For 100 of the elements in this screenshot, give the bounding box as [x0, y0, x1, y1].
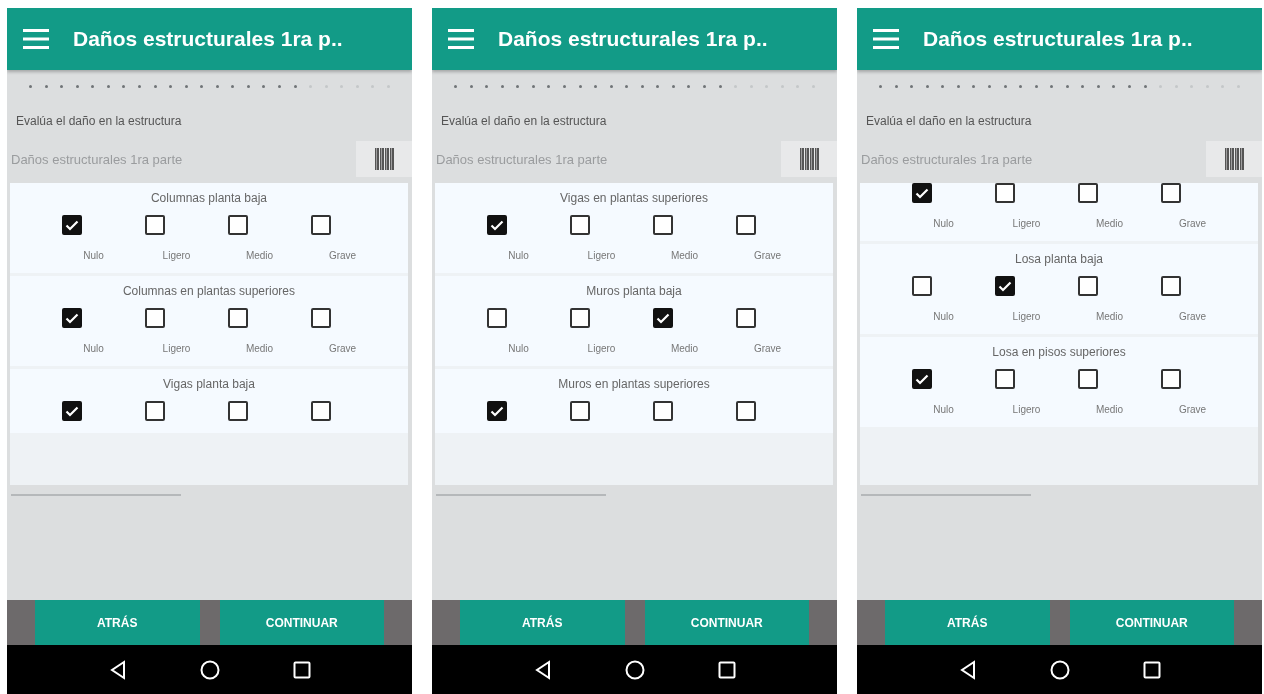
option-label: Ligero [1012, 311, 1041, 322]
check-icon [489, 405, 504, 417]
option-label: Nulo [933, 218, 954, 229]
nav-button[interactable]: ATRÁS [885, 600, 1050, 645]
option-label: Ligero [587, 343, 616, 354]
square-icon[interactable] [292, 660, 311, 679]
checkbox[interactable] [1160, 369, 1181, 389]
check-icon [489, 219, 504, 231]
checkbox[interactable] [61, 308, 82, 328]
option-label: Ligero [162, 343, 191, 354]
back-icon[interactable] [958, 659, 977, 680]
check-icon [64, 405, 79, 417]
option-label: Medio [245, 343, 274, 354]
home-icon[interactable] [1049, 659, 1070, 680]
checkbox[interactable] [1077, 276, 1098, 296]
checkbox[interactable] [486, 215, 507, 235]
home-icon[interactable] [199, 659, 220, 680]
checkbox[interactable] [569, 308, 590, 328]
text-field[interactable]: Daños estructurales 1ra parte [7, 151, 356, 167]
option-label: Nulo [933, 311, 954, 322]
option-label: Grave [1178, 311, 1207, 322]
option-label: Nulo [83, 343, 104, 354]
check-icon [655, 312, 670, 324]
checkbox[interactable] [144, 308, 165, 328]
prompt-text: Evalúa el daño en la estructura [16, 114, 183, 128]
question-title: Muros planta baja [585, 284, 683, 298]
square-icon[interactable] [1142, 660, 1161, 679]
option-label: Grave [753, 250, 782, 261]
option-label: Grave [328, 343, 357, 354]
checkbox[interactable] [911, 276, 932, 296]
checkbox[interactable] [994, 183, 1015, 203]
checkbox[interactable] [1160, 276, 1181, 296]
checkbox[interactable] [227, 215, 248, 235]
question-title: Vigas planta baja [162, 377, 256, 391]
checkbox[interactable] [911, 183, 932, 203]
text-field[interactable]: Daños estructurales 1ra parte [857, 151, 1206, 167]
checkbox[interactable] [1077, 369, 1098, 389]
nav-button[interactable]: CONTINUAR [644, 600, 809, 645]
barcode-icon [1224, 148, 1244, 170]
question-title: Losa planta baja [1013, 252, 1105, 266]
back-icon[interactable] [533, 659, 552, 680]
prompt-text: Evalúa el daño en la estructura [866, 114, 1033, 128]
option-label: Ligero [1012, 218, 1041, 229]
checkbox[interactable] [227, 401, 248, 421]
scan-button[interactable] [1206, 141, 1262, 177]
question-title: Columnas en plantas superiores [121, 284, 297, 298]
home-icon[interactable] [624, 659, 645, 680]
option-label: Ligero [1012, 404, 1041, 415]
checkbox[interactable] [486, 401, 507, 421]
menu-icon[interactable] [448, 29, 474, 49]
checkbox[interactable] [1160, 183, 1181, 203]
checkbox[interactable] [652, 401, 673, 421]
nav-button[interactable]: ATRÁS [460, 600, 625, 645]
checkbox[interactable] [227, 308, 248, 328]
nav-button[interactable]: CONTINUAR [1069, 600, 1234, 645]
scan-button[interactable] [781, 141, 837, 177]
option-label: Nulo [83, 250, 104, 261]
menu-icon[interactable] [873, 29, 899, 49]
checkbox[interactable] [735, 215, 756, 235]
checkbox[interactable] [569, 401, 590, 421]
nav-button[interactable]: CONTINUAR [219, 600, 384, 645]
option-label: Medio [1095, 311, 1124, 322]
check-icon [914, 187, 929, 199]
checkbox[interactable] [144, 401, 165, 421]
screen-title: Daños estructurales 1ra p.. [498, 27, 768, 51]
checkbox[interactable] [486, 308, 507, 328]
option-label: Nulo [508, 250, 529, 261]
checkbox[interactable] [61, 215, 82, 235]
checkbox[interactable] [911, 369, 932, 389]
check-icon [64, 219, 79, 231]
option-label: Medio [1095, 218, 1124, 229]
option-label: Medio [245, 250, 274, 261]
checkbox[interactable] [310, 401, 331, 421]
checkbox[interactable] [144, 215, 165, 235]
checkbox[interactable] [735, 308, 756, 328]
screen-title: Daños estructurales 1ra p.. [923, 27, 1193, 51]
scan-button[interactable] [356, 141, 412, 177]
nav-button[interactable]: ATRÁS [35, 600, 200, 645]
checkbox[interactable] [310, 308, 331, 328]
checkbox[interactable] [994, 369, 1015, 389]
checkbox[interactable] [1077, 183, 1098, 203]
text-field[interactable]: Daños estructurales 1ra parte [432, 151, 781, 167]
barcode-icon [374, 148, 394, 170]
checkbox[interactable] [735, 401, 756, 421]
check-icon [914, 373, 929, 385]
option-label: Ligero [587, 250, 616, 261]
question-title: Losa en pisos superiores [991, 345, 1127, 359]
checkbox[interactable] [310, 215, 331, 235]
back-icon[interactable] [108, 659, 127, 680]
checkbox[interactable] [61, 401, 82, 421]
checkbox[interactable] [994, 276, 1015, 296]
checkbox[interactable] [652, 215, 673, 235]
checkbox[interactable] [652, 308, 673, 328]
square-icon[interactable] [717, 660, 736, 679]
checkbox[interactable] [569, 215, 590, 235]
menu-icon[interactable] [23, 29, 49, 49]
option-label: Grave [1178, 218, 1207, 229]
barcode-icon [799, 148, 819, 170]
question-title: Columnas planta baja [149, 191, 269, 205]
question-title: Vigas en plantas superiores [559, 191, 709, 205]
